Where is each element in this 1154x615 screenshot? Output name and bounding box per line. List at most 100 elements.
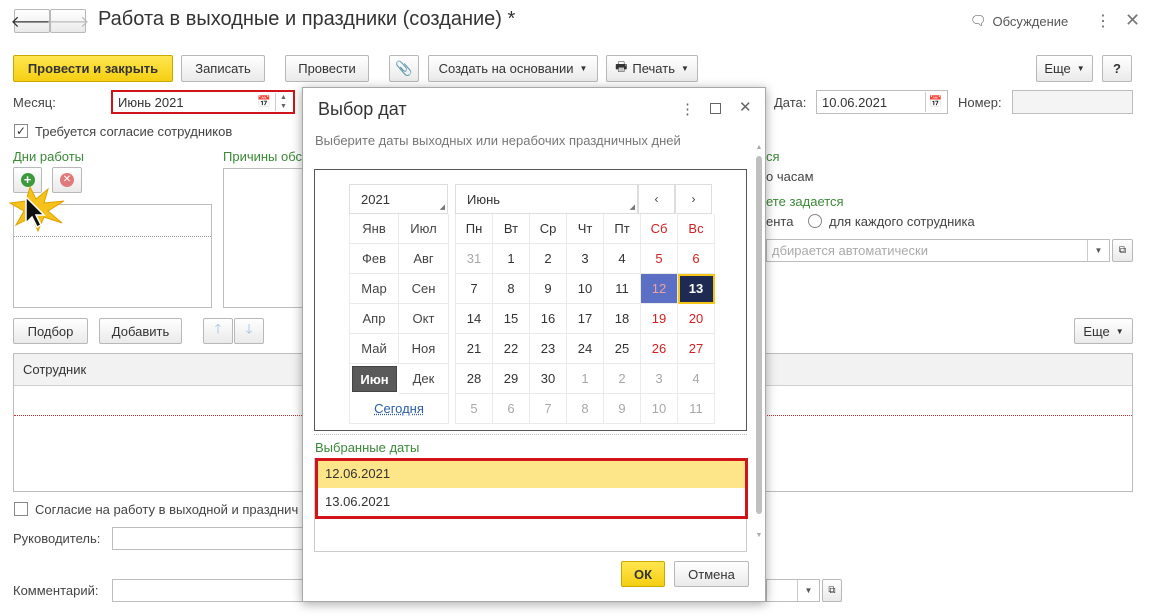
day-cell[interactable]: 14 [456,304,493,334]
scroll-down-icon[interactable]: ▼ [755,532,763,539]
reasons-box[interactable] [223,168,303,308]
selected-date-row[interactable]: 12.06.2021 [318,461,745,488]
consent-checkbox[interactable]: ✓ [14,124,28,138]
day-cell[interactable]: 9 [604,394,641,424]
create-based-button[interactable]: Создать на основании ▼ [428,55,598,82]
bottom-right-field[interactable]: ▼ [766,579,820,602]
post-and-close-button[interactable]: Провести и закрыть [13,55,173,82]
comment-field[interactable] [112,579,307,602]
day-cell[interactable]: 1 [493,244,530,274]
month-cell[interactable]: Апр [350,304,399,334]
post-button[interactable]: Провести [285,55,369,82]
day-cell[interactable]: 24 [567,334,604,364]
day-cell[interactable]: 2 [530,244,567,274]
day-cell[interactable]: 19 [641,304,678,334]
month-cell[interactable]: Мар [350,274,399,304]
day-cell[interactable]: 22 [493,334,530,364]
day-cell[interactable]: 15 [493,304,530,334]
print-button[interactable]: 🖶 Печать ▼ [606,55,698,82]
day-cell[interactable]: 6 [678,244,715,274]
forward-button[interactable]: 🡒 [47,9,89,33]
day-cell[interactable]: 29 [493,364,530,394]
selected-date-row[interactable]: 13.06.2021 [318,489,745,516]
month-cell[interactable]: Авг [399,244,449,274]
cancel-button[interactable]: Отмена [674,561,749,587]
dialog-close-icon[interactable]: ✕ [739,98,752,116]
day-cell[interactable]: 10 [567,274,604,304]
maximize-icon[interactable] [710,103,721,114]
prev-month-button[interactable]: ‹ [638,184,675,214]
day-cell[interactable]: 10 [641,394,678,424]
month-cell[interactable]: Дек [399,364,449,394]
day-cell[interactable]: 31 [456,244,493,274]
calendar-icon[interactable]: 📅 [925,92,945,112]
pick-button[interactable]: Подбор [13,318,88,344]
chevron-down-icon[interactable]: ▼ [1087,240,1109,261]
day-cell[interactable]: 25 [604,334,641,364]
scroll-up-icon[interactable]: ▲ [755,144,763,151]
day-cell[interactable]: 3 [567,244,604,274]
day-cell[interactable]: 4 [604,244,641,274]
selected-dates-list[interactable]: 12.06.2021 13.06.2021 [314,458,748,552]
day-cell[interactable]: 9 [530,274,567,304]
next-month-button[interactable]: › [675,184,712,214]
more-button[interactable]: Еще ▼ [1036,55,1093,82]
day-cell[interactable]: 7 [456,274,493,304]
day-cell[interactable]: 13 [678,274,715,304]
move-up-button[interactable]: 🡑 [203,318,233,344]
month-cell[interactable]: Май [350,334,399,364]
move-down-button[interactable]: 🡓 [234,318,264,344]
day-cell[interactable]: 21 [456,334,493,364]
day-cell[interactable]: 8 [493,274,530,304]
today-link[interactable]: Сегодня [350,394,449,424]
add-button[interactable]: Добавить [99,318,182,344]
table-more-button[interactable]: Еще ▼ [1074,318,1133,344]
help-button[interactable]: ? [1102,55,1132,82]
day-cell[interactable]: 1 [567,364,604,394]
day-cell[interactable]: 6 [493,394,530,424]
open-icon[interactable]: ⧉ [822,579,842,602]
month-cell[interactable]: Янв [350,214,399,244]
day-cell[interactable]: 8 [567,394,604,424]
dialog-menu-icon[interactable]: ⋮ [680,100,695,118]
day-cell[interactable]: 12 [641,274,678,304]
day-cell[interactable]: 4 [678,364,715,394]
month-stepper[interactable]: ▲ ▼ [275,93,291,111]
month-cell[interactable]: Сен [399,274,449,304]
day-cell[interactable]: 20 [678,304,715,334]
option-2-radio[interactable] [808,214,822,228]
consent-work-checkbox[interactable] [14,502,28,516]
day-cell[interactable]: 28 [456,364,493,394]
day-cell[interactable]: 3 [641,364,678,394]
dialog-scrollbar[interactable]: ▲ ▼ [755,144,763,544]
attach-button[interactable]: 📎 [389,55,419,82]
month-field[interactable]: Июнь 2021 📅 ▲ ▼ [111,90,295,114]
month-cell[interactable]: Окт [399,304,449,334]
menu-dots-icon[interactable]: ⋮ [1095,11,1111,31]
day-cell[interactable]: 16 [530,304,567,334]
day-cell[interactable]: 11 [678,394,715,424]
day-cell[interactable]: 30 [530,364,567,394]
close-icon[interactable]: ✕ [1125,10,1140,31]
discussion-link[interactable]: 🗨 Обсуждение [970,13,1068,29]
ok-button[interactable]: ОК [621,561,665,587]
scroll-thumb[interactable] [756,156,762,514]
back-button[interactable]: 🡐 [11,9,53,33]
month-cell[interactable]: Июл [399,214,449,244]
manager-field[interactable] [112,527,307,550]
day-cell[interactable]: 2 [604,364,641,394]
day-cell[interactable]: 18 [604,304,641,334]
auto-select-field[interactable]: дбирается автоматически ▼ [766,239,1110,262]
save-button[interactable]: Записать [181,55,265,82]
calendar-icon[interactable]: 📅 [257,95,271,108]
date-field[interactable]: 10.06.2021 📅 [816,90,948,114]
open-icon[interactable]: ⧉ [1112,239,1133,262]
day-cell[interactable]: 17 [567,304,604,334]
chevron-down-icon[interactable]: ▼ [797,580,819,601]
month-cell[interactable]: Фев [350,244,399,274]
month-cell[interactable]: Ноя [399,334,449,364]
day-cell[interactable]: 26 [641,334,678,364]
day-cell[interactable]: 5 [456,394,493,424]
month-select[interactable]: Июнь ◢ [455,184,638,214]
year-select[interactable]: 2021 ◢ [349,184,448,214]
